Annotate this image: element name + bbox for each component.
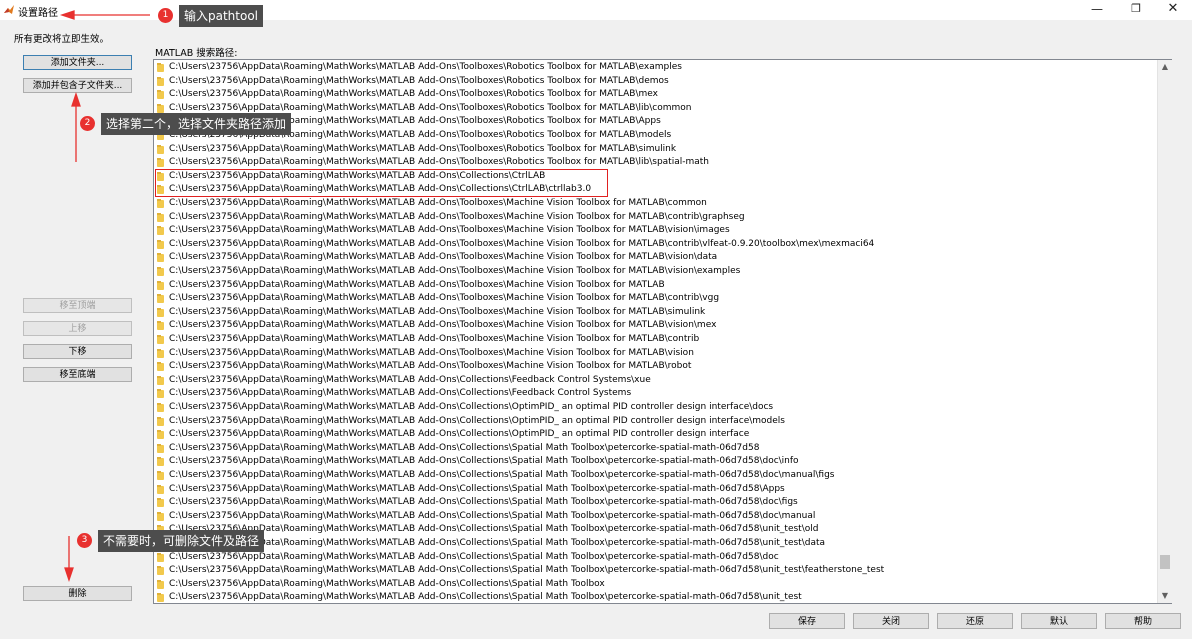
annotation-badge-2: 2 (80, 116, 95, 131)
annotation-badge-3: 3 (77, 533, 92, 548)
annotation-tip-2: 选择第二个，选择文件夹路径添加 (101, 113, 292, 135)
arrow-1-head (59, 10, 75, 20)
annotation-tip-3: 不需要时，可删除文件及路径 (98, 530, 265, 552)
annotation-tip-1: 输入pathtool (179, 5, 264, 27)
annotation-badge-1: 1 (158, 8, 173, 23)
arrow-2-head (71, 91, 81, 107)
arrow-3-head (64, 567, 74, 583)
